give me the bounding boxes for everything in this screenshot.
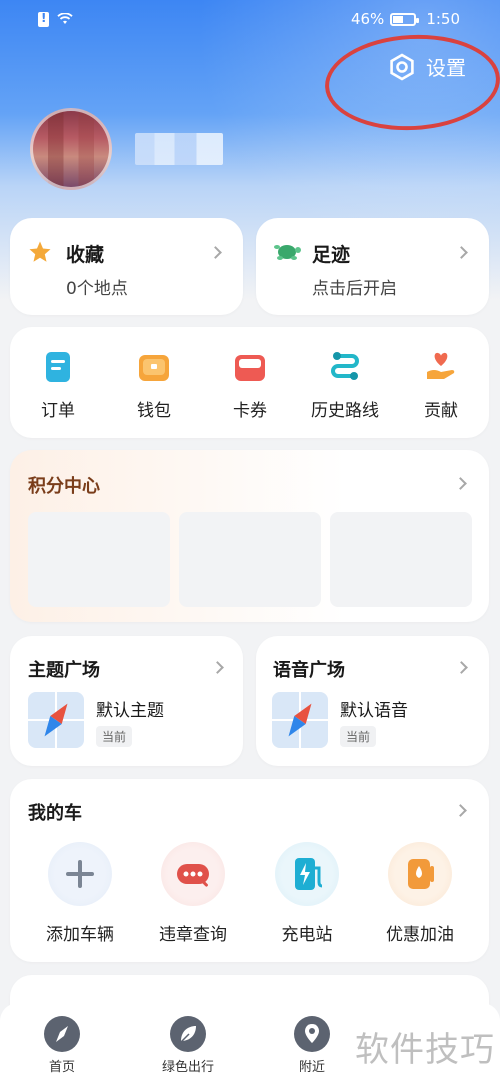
tab-green-travel[interactable]: 绿色出行	[148, 1016, 228, 1075]
status-bar: 46% 1:50	[0, 0, 500, 38]
points-slot[interactable]	[330, 512, 472, 607]
username-blurred	[135, 133, 223, 165]
tab-label: 附近	[298, 1060, 325, 1075]
fuel-discount-button[interactable]: 优惠加油	[365, 842, 475, 945]
add-vehicle-button[interactable]: 添加车辆	[25, 842, 135, 945]
quick-action-label: 贡献	[424, 401, 458, 421]
location-pin-icon	[294, 1016, 330, 1052]
gear-icon	[390, 52, 414, 81]
quick-action-coupon[interactable]: 卡券	[205, 350, 295, 421]
footprints-hint: 点击后开启	[312, 279, 397, 299]
chevron-right-icon	[455, 246, 468, 259]
tab-home[interactable]: 首页	[22, 1016, 102, 1075]
chevron-right-icon	[211, 661, 224, 674]
leaf-icon	[170, 1016, 206, 1052]
contribute-icon	[424, 350, 458, 384]
quick-action-label: 历史路线	[311, 401, 379, 421]
theme-square-card[interactable]: 主题广场 默认主题 当前	[10, 636, 243, 766]
voice-current-name: 默认语音	[340, 701, 408, 721]
points-center-title: 积分中心	[28, 476, 100, 497]
points-slot[interactable]	[179, 512, 321, 607]
quick-action-history-route[interactable]: 历史路线	[300, 350, 390, 421]
voice-thumbnail	[272, 692, 328, 748]
voice-square-card[interactable]: 语音广场 默认语音 当前	[256, 636, 489, 766]
turtle-icon	[274, 245, 301, 260]
favorites-card[interactable]: 收藏 0个地点	[10, 218, 243, 315]
compass-icon	[44, 1016, 80, 1052]
favorites-count: 0个地点	[66, 279, 128, 299]
chevron-right-icon	[455, 661, 468, 674]
chevron-right-icon	[209, 246, 222, 259]
theme-current-name: 默认主题	[96, 701, 164, 721]
current-tag: 当前	[96, 726, 133, 747]
voice-square-title: 语音广场	[273, 660, 345, 681]
star-icon	[29, 241, 51, 262]
car-action-label: 优惠加油	[386, 925, 454, 945]
car-action-label: 添加车辆	[46, 925, 114, 945]
wallet-icon	[137, 350, 171, 384]
settings-label: 设置	[426, 56, 466, 80]
settings-button[interactable]: 设置	[388, 52, 466, 81]
car-action-label: 违章查询	[159, 925, 227, 945]
quick-action-label: 卡券	[233, 401, 267, 421]
my-car-title: 我的车	[28, 803, 82, 824]
violation-query-icon	[161, 842, 225, 906]
fuel-discount-icon	[388, 842, 452, 906]
theme-square-title: 主题广场	[28, 660, 100, 681]
battery-percentage: 46%	[350, 10, 385, 28]
chevron-right-icon	[454, 804, 467, 817]
compass-icon	[280, 698, 319, 742]
tab-label: 首页	[48, 1060, 75, 1075]
tab-label: 绿色出行	[161, 1060, 214, 1075]
quick-action-label: 钱包	[137, 401, 171, 421]
history-route-icon	[328, 350, 362, 384]
avatar[interactable]	[30, 108, 112, 190]
car-action-label: 充电站	[281, 925, 333, 945]
favorites-title: 收藏	[66, 244, 105, 266]
add-vehicle-icon	[48, 842, 112, 906]
quick-action-contribute[interactable]: 贡献	[396, 350, 486, 421]
watermark-text: 软件技巧	[355, 1030, 495, 1070]
quick-action-label: 订单	[41, 401, 75, 421]
theme-thumbnail	[28, 692, 84, 748]
footprints-title: 足迹	[312, 244, 351, 266]
quick-action-wallet[interactable]: 钱包	[109, 350, 199, 421]
footprints-card[interactable]: 足迹 点击后开启	[256, 218, 489, 315]
compass-icon	[36, 698, 75, 742]
charging-station-icon	[275, 842, 339, 906]
points-slot[interactable]	[28, 512, 170, 607]
battery-icon	[390, 12, 420, 26]
violation-query-button[interactable]: 违章查询	[138, 842, 248, 945]
order-icon	[41, 350, 75, 384]
charging-station-button[interactable]: 充电站	[252, 842, 362, 945]
current-tag: 当前	[340, 726, 377, 747]
wifi-icon	[57, 13, 73, 24]
chevron-right-icon	[454, 477, 467, 490]
tab-nearby[interactable]: 附近	[272, 1016, 352, 1075]
coupon-icon	[233, 350, 267, 384]
clock: 1:50	[426, 10, 460, 28]
sim-alert-icon	[38, 11, 49, 27]
quick-action-order[interactable]: 订单	[13, 350, 103, 421]
